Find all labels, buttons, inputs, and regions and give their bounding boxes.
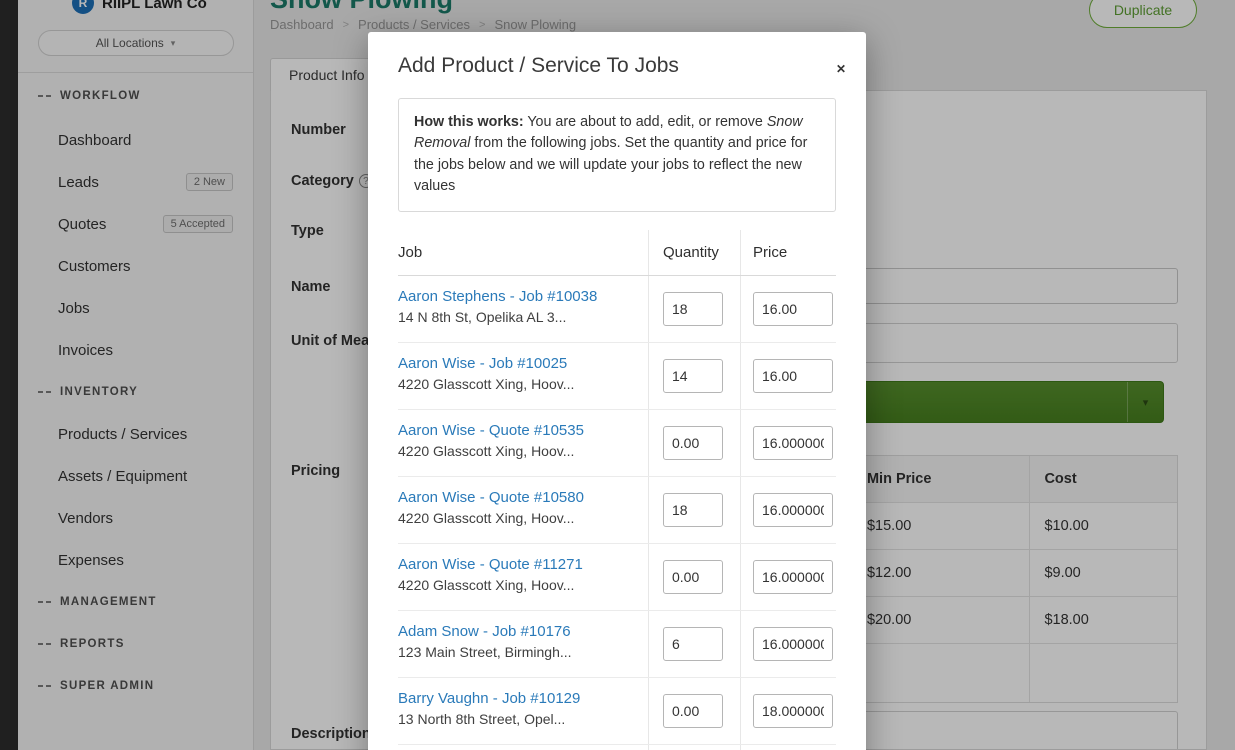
job-address: 4220 Glasscott Xing, Hoov... xyxy=(398,376,638,392)
quantity-input[interactable] xyxy=(663,627,723,661)
job-row: Aaron Wise - Quote #11271 4220 Glasscott… xyxy=(398,544,836,611)
job-link[interactable]: Barry Vaughn - Job #10129 xyxy=(398,690,638,707)
quantity-input[interactable] xyxy=(663,292,723,326)
quantity-input[interactable] xyxy=(663,426,723,460)
job-link[interactable]: Aaron Wise - Job #10025 xyxy=(398,355,638,372)
job-link[interactable]: Aaron Wise - Quote #10535 xyxy=(398,422,638,439)
close-icon[interactable]: ✕ xyxy=(832,58,850,80)
job-row: Barry Vaughn - Quote #10691 13 North 8th… xyxy=(398,745,836,750)
job-link[interactable]: Adam Snow - Job #10176 xyxy=(398,623,638,640)
price-input[interactable] xyxy=(753,560,833,594)
job-row: Barry Vaughn - Job #10129 13 North 8th S… xyxy=(398,678,836,745)
job-row: Aaron Stephens - Job #10038 14 N 8th St,… xyxy=(398,276,836,343)
job-address: 14 N 8th St, Opelika AL 3... xyxy=(398,309,638,325)
price-input[interactable] xyxy=(753,627,833,661)
job-row: Aaron Wise - Quote #10535 4220 Glasscott… xyxy=(398,410,836,477)
price-input[interactable] xyxy=(753,493,833,527)
how-this-works-note: How this works: You are about to add, ed… xyxy=(398,98,836,212)
quantity-input[interactable] xyxy=(663,560,723,594)
job-column-header: Job xyxy=(398,230,648,275)
price-input[interactable] xyxy=(753,359,833,393)
add-product-service-modal: Add Product / Service To Jobs ✕ How this… xyxy=(368,32,866,750)
job-address: 4220 Glasscott Xing, Hoov... xyxy=(398,577,638,593)
quantity-input[interactable] xyxy=(663,493,723,527)
job-link[interactable]: Aaron Wise - Quote #10580 xyxy=(398,489,638,506)
quantity-column-header: Quantity xyxy=(648,230,740,275)
job-address: 4220 Glasscott Xing, Hoov... xyxy=(398,443,638,459)
price-column-header: Price xyxy=(740,230,836,275)
quantity-input[interactable] xyxy=(663,694,723,728)
job-address: 13 North 8th Street, Opel... xyxy=(398,711,638,727)
modal-body: How this works: You are about to add, ed… xyxy=(368,92,866,750)
job-row: Aaron Wise - Quote #10580 4220 Glasscott… xyxy=(398,477,836,544)
jobs-table-header: Job Quantity Price xyxy=(398,230,836,276)
job-row: Aaron Wise - Job #10025 4220 Glasscott X… xyxy=(398,343,836,410)
job-address: 4220 Glasscott Xing, Hoov... xyxy=(398,510,638,526)
job-link[interactable]: Aaron Wise - Quote #11271 xyxy=(398,556,638,573)
job-address: 123 Main Street, Birmingh... xyxy=(398,644,638,660)
how-this-works-bold: How this works: xyxy=(414,114,524,130)
job-link[interactable]: Aaron Stephens - Job #10038 xyxy=(398,288,638,305)
jobs-table: Job Quantity Price Aaron Stephens - Job … xyxy=(398,230,836,750)
app-window: R RIIPL Lawn Co All Locations ▾ WORKFLOW… xyxy=(0,0,1235,750)
price-input[interactable] xyxy=(753,694,833,728)
price-input[interactable] xyxy=(753,292,833,326)
price-input[interactable] xyxy=(753,426,833,460)
modal-header: Add Product / Service To Jobs ✕ xyxy=(368,32,866,92)
quantity-input[interactable] xyxy=(663,359,723,393)
modal-title: Add Product / Service To Jobs xyxy=(398,54,836,78)
job-row: Adam Snow - Job #10176 123 Main Street, … xyxy=(398,611,836,678)
